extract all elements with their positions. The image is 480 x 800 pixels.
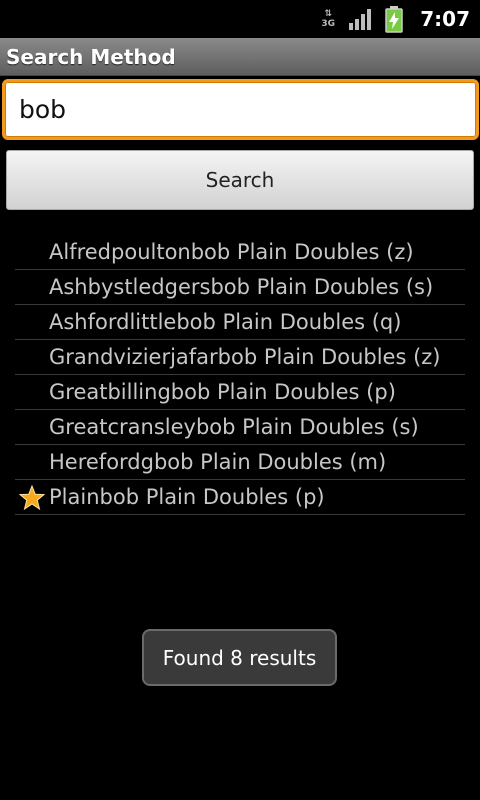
page-title: Search Method [6, 44, 176, 69]
list-item-label: Plainbob Plain Doubles (p) [49, 485, 325, 509]
list-item[interactable]: Herefordgbob Plain Doubles (m) [15, 445, 465, 480]
toast-message: Found 8 results [142, 629, 337, 686]
list-item[interactable]: Plainbob Plain Doubles (p) [15, 480, 465, 515]
list-item[interactable]: Greatcransleybob Plain Doubles (s) [15, 410, 465, 445]
list-item-label: Alfredpoultonbob Plain Doubles (z) [49, 240, 414, 264]
list-item[interactable]: Ashbystledgersbob Plain Doubles (s) [15, 270, 465, 305]
clock: 7:07 [420, 7, 470, 31]
search-input-value: bob [19, 95, 67, 124]
status-bar: ⇅ 3G 7:07 [0, 0, 480, 38]
signal-icon [348, 7, 374, 31]
results-list: Alfredpoultonbob Plain Doubles (z) Ashby… [15, 235, 465, 515]
star-icon [19, 485, 45, 511]
list-item-label: Herefordgbob Plain Doubles (m) [49, 450, 387, 474]
search-input[interactable]: bob [2, 79, 479, 140]
list-item[interactable]: Alfredpoultonbob Plain Doubles (z) [15, 235, 465, 270]
search-button[interactable]: Search [6, 150, 474, 210]
battery-charging-icon [384, 5, 404, 33]
list-item[interactable]: Greatbillingbob Plain Doubles (p) [15, 375, 465, 410]
toast-text: Found 8 results [162, 645, 317, 670]
list-item[interactable]: Grandvizierjafarbob Plain Doubles (z) [15, 340, 465, 375]
list-item-label: Greatbillingbob Plain Doubles (p) [49, 380, 396, 404]
list-item[interactable]: Ashfordlittlebob Plain Doubles (q) [15, 305, 465, 340]
network-3g-icon: ⇅ 3G [321, 9, 336, 29]
list-item-label: Ashbystledgersbob Plain Doubles (s) [49, 275, 434, 299]
list-item-label: Grandvizierjafarbob Plain Doubles (z) [49, 345, 441, 369]
list-item-label: Ashfordlittlebob Plain Doubles (q) [49, 310, 402, 334]
list-item-label: Greatcransleybob Plain Doubles (s) [49, 415, 419, 439]
search-button-label: Search [205, 168, 275, 192]
app-title-bar: Search Method [0, 38, 480, 76]
